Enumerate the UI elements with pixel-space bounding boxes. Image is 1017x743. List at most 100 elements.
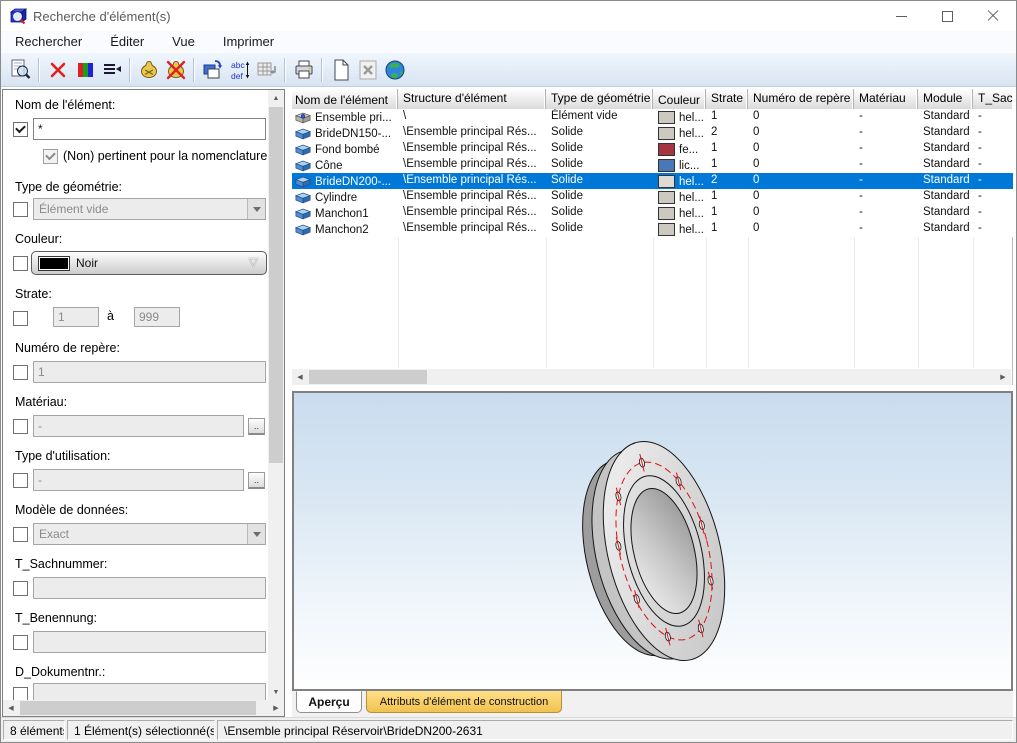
print-button[interactable] <box>290 56 317 84</box>
utilisation-browse-button[interactable]: .. <box>248 472 265 489</box>
strate-filter-checkbox[interactable] <box>13 311 28 326</box>
name-filter-checkbox[interactable] <box>13 122 28 137</box>
list-insert-button[interactable] <box>98 56 125 84</box>
sachnummer-input[interactable] <box>33 577 266 599</box>
rename-abc-button[interactable]: abc def <box>226 56 253 84</box>
materiau-input[interactable] <box>33 415 244 437</box>
copy-elements-button[interactable] <box>199 56 226 84</box>
color-select[interactable]: Noir ▽ <box>31 251 267 275</box>
column-header-geometry[interactable]: Type de géométrie <box>546 89 653 109</box>
table-row[interactable]: Manchon1\Ensemble principal Rés...Solide… <box>292 205 1013 221</box>
field-label-modele: Modèle de données: <box>15 503 128 517</box>
column-header-strate[interactable]: Strate <box>706 89 748 109</box>
print-icon <box>292 58 316 82</box>
utilisation-filter-checkbox[interactable] <box>13 473 28 488</box>
materiau-browse-button[interactable]: .. <box>248 418 265 435</box>
globe-button[interactable] <box>381 56 408 84</box>
cell-repere: 0 <box>748 173 854 189</box>
column-header-module[interactable]: Module <box>918 89 973 109</box>
scroll-right-icon[interactable]: ▶ <box>268 700 284 716</box>
column-header-structure[interactable]: Structure d'élément <box>398 89 546 109</box>
cell-geometry: Solide <box>546 173 653 189</box>
filter-horizontal-scrollbar[interactable]: ◀ ▶ <box>3 700 284 716</box>
strate-to-input[interactable] <box>134 307 180 327</box>
column-header-tsac[interactable]: T_Sac <box>973 89 1013 109</box>
scroll-thumb[interactable] <box>269 107 283 463</box>
repere-filter-checkbox[interactable] <box>13 365 28 380</box>
maximize-icon <box>942 11 953 22</box>
bag-delete-button[interactable] <box>162 56 189 84</box>
titlebar: Recherche d'élément(s) <box>1 1 1016 31</box>
tab-attributs[interactable]: Attributs d'élément de construction <box>366 691 562 713</box>
benennung-filter-checkbox[interactable] <box>13 635 28 650</box>
column-header-materiau[interactable]: Matériau <box>854 89 918 109</box>
menu-vue[interactable]: Vue <box>158 31 209 53</box>
preview-tabbar: Aperçu Attributs d'élément de constructi… <box>292 691 1013 717</box>
menu-rechercher[interactable]: Rechercher <box>1 31 96 53</box>
name-filter-input[interactable] <box>33 118 266 140</box>
scroll-left-icon[interactable]: ◀ <box>3 700 19 716</box>
cell-repere: 0 <box>748 189 854 205</box>
scroll-thumb[interactable] <box>309 370 427 384</box>
geometry-select[interactable]: Élément vide <box>33 198 266 220</box>
table-row[interactable]: Ensemble pri...\Élément videhel...10-Sta… <box>292 109 1013 125</box>
repere-input[interactable] <box>33 361 266 383</box>
benennung-input[interactable] <box>33 631 266 653</box>
copy-elements-icon <box>201 58 225 82</box>
color-swatch <box>658 159 675 172</box>
scroll-up-icon[interactable]: ▲ <box>268 90 284 106</box>
flange-3d-preview[interactable] <box>294 393 1011 689</box>
nomenclature-checkbox[interactable] <box>43 149 58 164</box>
cell-repere: 0 <box>748 221 854 237</box>
cell-repere: 0 <box>748 109 854 125</box>
column-header-couleur[interactable]: Couleur <box>653 89 706 109</box>
table-row[interactable]: Manchon2\Ensemble principal Rés...Solide… <box>292 221 1013 237</box>
column-header-repere[interactable]: Numéro de repère <box>748 89 854 109</box>
cell-strate: 1 <box>706 157 748 173</box>
menu-editer[interactable]: Éditer <box>96 31 158 53</box>
close-button[interactable] <box>970 1 1016 31</box>
scroll-right-icon[interactable]: ▶ <box>995 369 1011 385</box>
table-apply-button[interactable] <box>253 56 280 84</box>
modele-select[interactable]: Exact <box>33 523 266 545</box>
toolbar-separator <box>321 58 323 82</box>
cell-tsac: - <box>973 125 1013 141</box>
results-table: Nom de l'élément Structure d'élément Typ… <box>292 89 1013 385</box>
table-row[interactable]: BrideDN200-...\Ensemble principal Rés...… <box>292 173 1013 189</box>
modele-filter-checkbox[interactable] <box>13 527 28 542</box>
delete-button[interactable] <box>44 56 71 84</box>
sachnummer-filter-checkbox[interactable] <box>13 581 28 596</box>
status-element-count: 8 éléments <box>3 720 65 740</box>
cell-geometry: Solide <box>546 205 653 221</box>
excel-button[interactable] <box>354 56 381 84</box>
table-row[interactable]: Cône\Ensemble principal Rés...Solidelic.… <box>292 157 1013 173</box>
tab-apercu[interactable]: Aperçu <box>296 691 362 713</box>
cell-module: Standard <box>918 189 973 205</box>
table-row[interactable]: Fond bombé\Ensemble principal Rés...Soli… <box>292 141 1013 157</box>
scroll-thumb[interactable] <box>20 701 256 715</box>
cell-name: BrideDN200-... <box>292 173 398 189</box>
table-row[interactable]: BrideDN150-...\Ensemble principal Rés...… <box>292 125 1013 141</box>
scroll-down-icon[interactable]: ▼ <box>268 684 284 700</box>
bag-button[interactable] <box>135 56 162 84</box>
field-label-geometry: Type de géométrie: <box>15 180 122 194</box>
table-horizontal-scrollbar[interactable]: ◀ ▶ <box>292 369 1011 385</box>
maximize-button[interactable] <box>924 1 970 31</box>
filter-vertical-scrollbar[interactable]: ▲ ▼ <box>268 90 284 700</box>
table-row[interactable]: Cylindre\Ensemble principal Rés...Solide… <box>292 189 1013 205</box>
color-filter-checkbox[interactable] <box>13 256 28 271</box>
scroll-left-icon[interactable]: ◀ <box>292 369 308 385</box>
utilisation-input[interactable] <box>33 469 244 491</box>
new-document-button[interactable] <box>327 56 354 84</box>
menu-imprimer[interactable]: Imprimer <box>209 31 288 53</box>
cell-repere: 0 <box>748 205 854 221</box>
gridline <box>854 237 855 368</box>
materiau-filter-checkbox[interactable] <box>13 419 28 434</box>
colors-button[interactable] <box>71 56 98 84</box>
strate-from-input[interactable] <box>53 307 99 327</box>
minimize-button[interactable] <box>878 1 924 31</box>
geometry-filter-checkbox[interactable] <box>13 202 28 217</box>
search-preview-button[interactable] <box>7 56 34 84</box>
cell-strate: 1 <box>706 109 748 125</box>
column-header-name[interactable]: Nom de l'élément <box>292 89 398 109</box>
